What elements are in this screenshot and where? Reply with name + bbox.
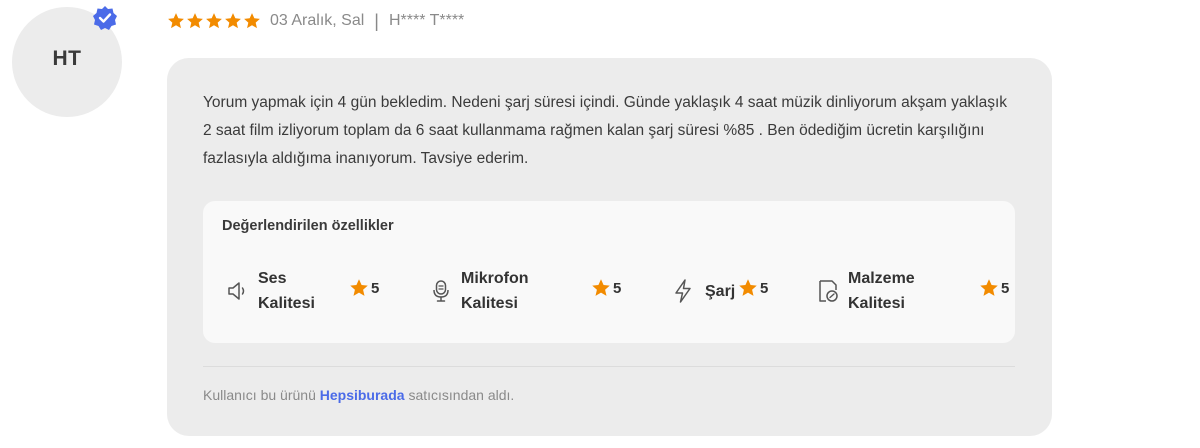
star-icon bbox=[980, 279, 998, 296]
feature-rating: 5 bbox=[349, 278, 379, 298]
feature-label: Ses Kalitesi bbox=[258, 270, 315, 312]
feature-rating: 5 bbox=[738, 278, 768, 298]
avatar-initials: HT bbox=[52, 47, 82, 70]
reviewer-name: H**** T**** bbox=[388, 12, 465, 29]
feature-label: Malzeme Kalitesi bbox=[848, 270, 915, 312]
star-icon bbox=[244, 13, 260, 29]
feature-rating: 5 bbox=[591, 278, 621, 298]
star-icon bbox=[168, 13, 184, 29]
seller-link[interactable]: Hepsiburada bbox=[320, 387, 405, 403]
star-icon bbox=[225, 13, 241, 29]
star-icon bbox=[206, 13, 222, 29]
feature-microphone-quality: Mikrofon Kalitesi 5 bbox=[428, 265, 628, 317]
divider bbox=[203, 366, 1015, 367]
feature-charge: Şarj 5 bbox=[670, 265, 780, 317]
review-date: 03 Aralık, Sal bbox=[270, 12, 365, 29]
rating-stars bbox=[167, 12, 261, 30]
header-separator: | bbox=[374, 10, 379, 31]
review-text: Yorum yapmak için 4 gün bekledim. Nedeni… bbox=[203, 94, 1008, 167]
lightning-icon bbox=[675, 279, 691, 303]
review-header: 03 Aralık, Sal | H**** T**** bbox=[167, 9, 464, 33]
feature-rating: 5 bbox=[979, 278, 1009, 298]
microphone-icon bbox=[433, 280, 449, 302]
speaker-icon bbox=[228, 282, 245, 300]
feature-material-quality: Malzeme Kalitesi 5 bbox=[815, 265, 1011, 317]
feature-label: Mikrofon Kalitesi bbox=[461, 270, 529, 312]
star-icon bbox=[592, 279, 610, 296]
features-title: Değerlendirilen özellikler bbox=[222, 218, 394, 234]
purchase-info: Kullanıcı bu ürünü Hepsiburada satıcısın… bbox=[203, 387, 515, 403]
material-icon bbox=[819, 280, 838, 302]
star-icon bbox=[350, 279, 368, 296]
feature-label: Şarj bbox=[705, 282, 736, 300]
features-panel: Değerlendirilen özellikler Ses Kalitesi … bbox=[203, 201, 1015, 343]
verified-badge-icon bbox=[93, 6, 117, 30]
star-icon bbox=[187, 13, 203, 29]
review-card: Yorum yapmak için 4 gün bekledim. Nedeni… bbox=[167, 58, 1052, 436]
star-icon bbox=[739, 279, 757, 296]
feature-sound-quality: Ses Kalitesi 5 bbox=[225, 265, 385, 317]
